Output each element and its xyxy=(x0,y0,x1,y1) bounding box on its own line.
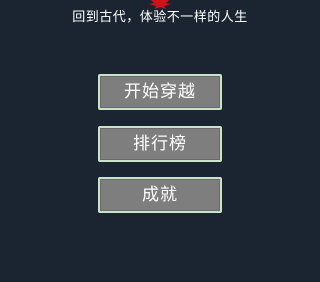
main-menu: 开始穿越 排行榜 成就 xyxy=(0,0,320,282)
start-time-travel-button[interactable]: 开始穿越 xyxy=(98,74,222,110)
achievements-button[interactable]: 成就 xyxy=(98,177,222,213)
leaderboard-button[interactable]: 排行榜 xyxy=(98,126,222,162)
title-screen: 回到古代，体验不一样的人生 开始穿越 排行榜 成就 xyxy=(0,0,320,282)
